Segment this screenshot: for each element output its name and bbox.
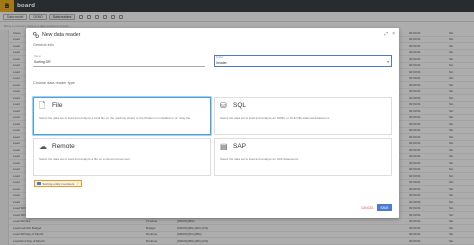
sap-type-card[interactable]: ▤ SAP Select the data set to load and an… (214, 138, 392, 176)
checkbox-checked-icon[interactable] (37, 181, 41, 186)
file-card-title: File (52, 102, 63, 109)
expand-icon[interactable]: ⤢ (384, 31, 388, 36)
remote-type-card[interactable]: ☁ Remote Select the data set to load and… (33, 138, 211, 176)
dialog-title: New data reader (42, 32, 81, 38)
general-info-label: General info (33, 43, 54, 47)
new-data-reader-dialog: New data reader ⤢ × General info Name So… (26, 28, 399, 218)
file-type-card[interactable]: 🗋 File Select the data set to load and a… (33, 97, 211, 135)
name-field-label: Name (34, 55, 41, 58)
sorting-entity-members-checkbox[interactable]: Sorting entity members ? (34, 180, 82, 187)
name-field-value: Sorting DR (34, 59, 51, 64)
sorting-entity-members-label: Sorting entity members (42, 181, 75, 186)
type-label: Choose data reader type (33, 81, 75, 85)
remote-card-description: Select the data set to load and analyze … (39, 157, 130, 161)
remote-card-title: Remote (52, 143, 75, 150)
data-reader-icon (33, 32, 39, 38)
folder-select-value: Ireader (216, 60, 227, 65)
sap-card-title: SAP (233, 143, 247, 150)
folder-select-label: Folder (216, 56, 224, 59)
cloud-icon: ☁ (39, 142, 47, 151)
name-field[interactable]: Name Sorting DR (33, 55, 205, 67)
dialog-header: New data reader (33, 32, 80, 38)
database-icon: ⛁ (220, 101, 227, 110)
sql-card-description: Select the data set to load and analyze … (220, 116, 330, 120)
sql-type-card[interactable]: ⛁ SQL Select the data set to load and an… (214, 97, 392, 135)
file-card-description: Select the data set to load and analyze … (39, 116, 191, 120)
folder-select[interactable]: Folder Ireader ▾ (214, 55, 392, 67)
cancel-button[interactable]: CANCEL (361, 206, 374, 210)
sap-card-description: Select the data set to load and analyze … (220, 157, 299, 161)
save-button[interactable]: SAVE (377, 204, 392, 211)
sap-icon: ▤ (220, 142, 228, 151)
file-icon: 🗋 (39, 101, 46, 110)
close-icon[interactable]: × (392, 31, 395, 37)
help-icon[interactable]: ? (76, 181, 78, 186)
sql-card-title: SQL (233, 102, 247, 109)
chevron-down-icon: ▾ (387, 60, 389, 64)
